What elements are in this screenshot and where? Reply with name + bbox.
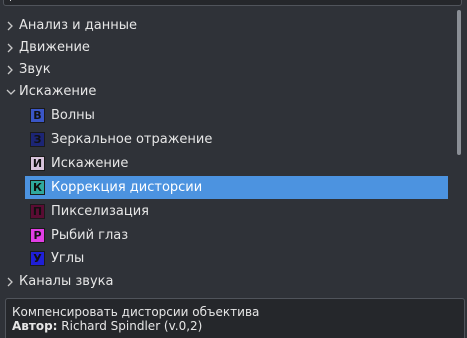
effect-description-panel: Компенсировать дисторсии объектива Автор… [5, 298, 465, 338]
author-value: Richard Spindler (v.0,2) [61, 319, 203, 333]
tree-item-pixelize[interactable]: П Пикселизация [25, 200, 448, 223]
tree-category-analysis[interactable]: Анализ и данные [0, 15, 452, 37]
category-label: Анализ и данные [19, 18, 137, 33]
tree-item-fisheye[interactable]: Р Рыбий глаз [25, 224, 448, 247]
effect-badge: И [30, 156, 45, 171]
item-label: Пикселизация [51, 204, 149, 219]
author-line: Автор: Richard Spindler (v.0,2) [12, 319, 458, 333]
category-label: Звук [19, 62, 51, 77]
effect-badge: З [30, 132, 45, 147]
category-label: Каналы звука [19, 274, 114, 289]
text-caret [10, 0, 11, 1]
effect-badge: Р [30, 228, 45, 243]
item-label: Коррекция дисторсии [51, 180, 203, 195]
scrollbar-thumb[interactable] [457, 10, 461, 155]
tree-item-distort[interactable]: И Искажение [25, 152, 448, 175]
item-label: Рыбий глаз [51, 228, 129, 243]
chevron-right-icon[interactable] [6, 37, 16, 59]
chevron-right-icon[interactable] [6, 15, 16, 37]
item-label: Искажение [51, 156, 129, 171]
search-input[interactable] [3, 0, 462, 6]
effect-badge: К [30, 180, 45, 195]
chevron-down-icon[interactable] [6, 81, 16, 103]
tree-category-audio-channels[interactable]: Каналы звука [0, 271, 452, 293]
tree-item-mirror[interactable]: З Зеркальное отражение [25, 128, 448, 151]
author-label: Автор: [12, 319, 58, 333]
effects-tree: Анализ и данные Движение Звук Искажение … [0, 10, 452, 294]
tree-category-motion[interactable]: Движение [0, 37, 452, 59]
category-label: Искажение [19, 84, 97, 99]
effect-badge: П [30, 204, 45, 219]
tree-item-lens-correction[interactable]: К Коррекция дисторсии [25, 176, 448, 199]
item-label: Зеркальное отражение [51, 132, 213, 147]
item-label: Волны [51, 108, 95, 123]
item-label: Углы [51, 251, 85, 266]
tree-item-waves[interactable]: В Волны [25, 104, 448, 127]
vertical-scrollbar[interactable] [455, 8, 463, 290]
chevron-right-icon[interactable] [6, 271, 16, 293]
effect-description: Компенсировать дисторсии объектива [12, 305, 260, 319]
effects-panel: Анализ и данные Движение Звук Искажение … [0, 0, 467, 338]
effect-badge: У [30, 251, 45, 266]
tree-category-distortion[interactable]: Искажение [0, 81, 452, 103]
category-label: Движение [19, 40, 90, 55]
tree-category-sound[interactable]: Звук [0, 59, 452, 81]
effect-badge: В [30, 108, 45, 123]
tree-item-corners[interactable]: У Углы [25, 247, 448, 270]
chevron-right-icon[interactable] [6, 59, 16, 81]
